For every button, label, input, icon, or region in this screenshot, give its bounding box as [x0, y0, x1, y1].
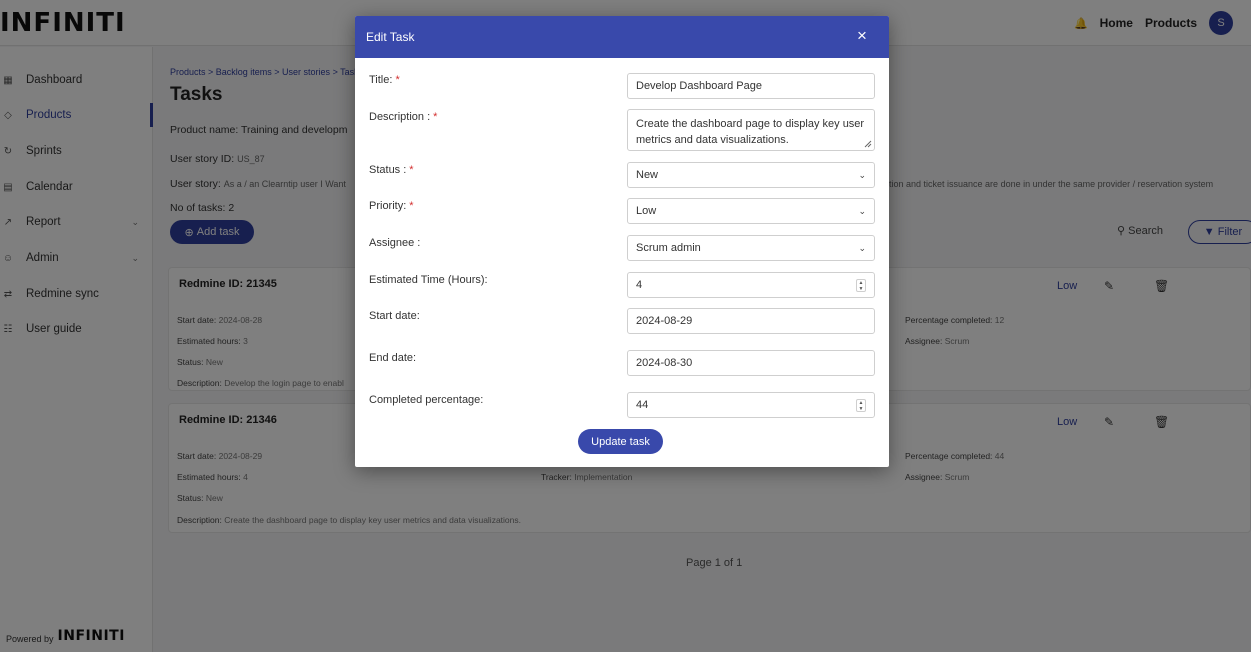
- title-input[interactable]: Develop Dashboard Page: [627, 73, 875, 99]
- start-date-value: 2024-08-29: [636, 315, 693, 327]
- assignee-label: Assignee :: [369, 237, 421, 249]
- estimated-time-value: 4: [636, 279, 643, 291]
- number-stepper-icon[interactable]: ▲ ▼: [856, 399, 866, 412]
- resize-handle-icon[interactable]: [864, 140, 872, 148]
- label-text: Description :: [369, 111, 431, 123]
- assignee-value: Scrum admin: [636, 242, 701, 254]
- completed-percentage-input[interactable]: 44 ▲ ▼: [627, 392, 875, 418]
- close-icon[interactable]: ×: [853, 27, 871, 45]
- number-stepper-icon[interactable]: ▲ ▼: [856, 279, 866, 292]
- estimated-time-label: Estimated Time (Hours):: [369, 274, 488, 286]
- required-mark: *: [433, 111, 438, 123]
- description-textarea[interactable]: Create the dashboard page to display key…: [627, 109, 875, 151]
- label-text: Status :: [369, 164, 407, 176]
- modal-title: Edit Task: [366, 30, 415, 44]
- completed-percentage-label: Completed percentage:: [369, 394, 484, 406]
- modal-header: Edit Task ×: [355, 16, 889, 58]
- assignee-select[interactable]: Scrum admin ⌄: [627, 235, 875, 261]
- start-date-label: Start date:: [369, 310, 420, 322]
- priority-select[interactable]: Low ⌄: [627, 198, 875, 224]
- edit-task-modal: Edit Task × Title: * Develop Dashboard Pa…: [355, 16, 889, 467]
- label-text: Title:: [369, 74, 393, 86]
- title-label: Title: *: [369, 74, 400, 86]
- title-value: Develop Dashboard Page: [636, 80, 762, 92]
- priority-label: Priority: *: [369, 200, 414, 212]
- required-mark: *: [409, 164, 414, 176]
- label-text: Priority:: [369, 200, 407, 212]
- priority-value: Low: [636, 205, 657, 217]
- end-date-value: 2024-08-30: [636, 357, 693, 369]
- description-label: Description : *: [369, 111, 437, 123]
- estimated-time-input[interactable]: 4 ▲ ▼: [627, 272, 875, 298]
- chevron-down-icon: ⌄: [858, 243, 866, 253]
- status-select[interactable]: New ⌄: [627, 162, 875, 188]
- status-label: Status : *: [369, 164, 414, 176]
- description-value: Create the dashboard page to display key…: [636, 118, 865, 146]
- end-date-input[interactable]: 2024-08-30: [627, 350, 875, 376]
- end-date-label: End date:: [369, 352, 417, 364]
- completed-percentage-value: 44: [636, 399, 649, 411]
- chevron-down-icon: ⌄: [858, 170, 866, 180]
- required-mark: *: [409, 200, 414, 212]
- status-value: New: [636, 169, 659, 181]
- update-task-button[interactable]: Update task: [578, 429, 663, 454]
- start-date-input[interactable]: 2024-08-29: [627, 308, 875, 334]
- required-mark: *: [395, 74, 400, 86]
- chevron-down-icon: ⌄: [858, 206, 866, 216]
